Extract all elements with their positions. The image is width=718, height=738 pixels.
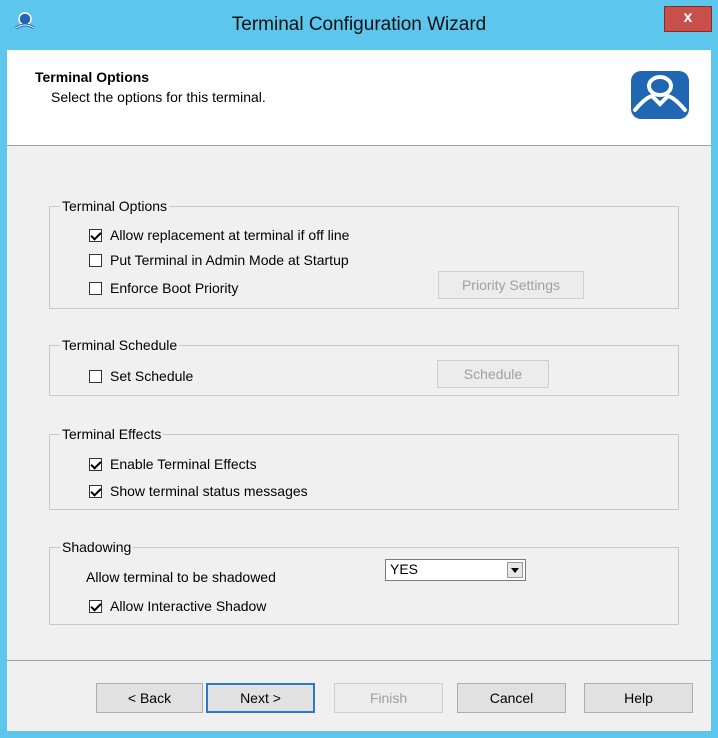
- page-subtitle: Select the options for this terminal.: [51, 89, 266, 105]
- finish-button[interactable]: Finish: [334, 683, 443, 713]
- checkbox-label: Show terminal status messages: [110, 483, 308, 499]
- page-title: Terminal Options: [35, 69, 150, 85]
- help-button[interactable]: Help: [584, 683, 693, 713]
- close-button[interactable]: x: [664, 6, 712, 32]
- group-title: Terminal Options: [62, 198, 168, 214]
- group-title: Terminal Schedule: [62, 337, 178, 353]
- checkbox-label: Allow Interactive Shadow: [110, 598, 267, 614]
- group-title: Terminal Effects: [62, 426, 162, 442]
- checkbox-label: Enable Terminal Effects: [110, 456, 257, 472]
- priority-settings-button[interactable]: Priority Settings: [438, 271, 584, 299]
- window-title: Terminal Configuration Wizard: [231, 14, 487, 35]
- allow-interactive-shadow-checkbox[interactable]: Allow Interactive Shadow: [89, 596, 266, 616]
- footer-divider: [7, 660, 711, 661]
- schedule-button[interactable]: Schedule: [437, 360, 549, 388]
- shadow-select-value: YES: [390, 561, 419, 577]
- checkbox-label: Put Terminal in Admin Mode at Startup: [110, 252, 349, 268]
- checkbox-label: Set Schedule: [110, 368, 194, 384]
- checkbox-box[interactable]: [89, 484, 102, 498]
- close-icon: x: [683, 9, 693, 26]
- enable-terminal-effects-checkbox[interactable]: Enable Terminal Effects: [89, 454, 257, 474]
- group-title: Shadowing: [62, 539, 132, 555]
- checkbox-box[interactable]: [89, 369, 102, 383]
- checkbox-box[interactable]: [89, 228, 102, 242]
- checkbox-label: Enforce Boot Priority: [110, 280, 239, 296]
- cancel-button[interactable]: Cancel: [457, 683, 566, 713]
- shadow-select[interactable]: YES: [385, 559, 526, 581]
- thinmanager-logo-icon: [631, 71, 689, 119]
- checkbox-box[interactable]: [89, 457, 102, 471]
- back-button[interactable]: < Back: [96, 683, 203, 713]
- checkbox-box[interactable]: [89, 281, 102, 295]
- wizard-window: Terminal Configuration Wizard x Terminal…: [0, 0, 718, 738]
- wizard-body: Terminal Options Select the options for …: [7, 50, 711, 731]
- show-status-messages-checkbox[interactable]: Show terminal status messages: [89, 481, 308, 501]
- wizard-header: Terminal Options Select the options for …: [7, 50, 711, 146]
- next-button[interactable]: Next >: [206, 683, 315, 713]
- shadow-label: Allow terminal to be shadowed: [86, 569, 276, 585]
- admin-mode-checkbox[interactable]: Put Terminal in Admin Mode at Startup: [89, 250, 349, 270]
- enforce-boot-priority-checkbox[interactable]: Enforce Boot Priority: [89, 278, 238, 298]
- chevron-down-icon[interactable]: [507, 562, 523, 578]
- set-schedule-checkbox[interactable]: Set Schedule: [89, 366, 193, 386]
- checkbox-box[interactable]: [89, 253, 102, 267]
- checkbox-label: Allow replacement at terminal if off lin…: [110, 227, 350, 243]
- title-bar[interactable]: Terminal Configuration Wizard x: [0, 0, 718, 50]
- allow-replacement-checkbox[interactable]: Allow replacement at terminal if off lin…: [89, 225, 349, 245]
- checkbox-box[interactable]: [89, 599, 102, 613]
